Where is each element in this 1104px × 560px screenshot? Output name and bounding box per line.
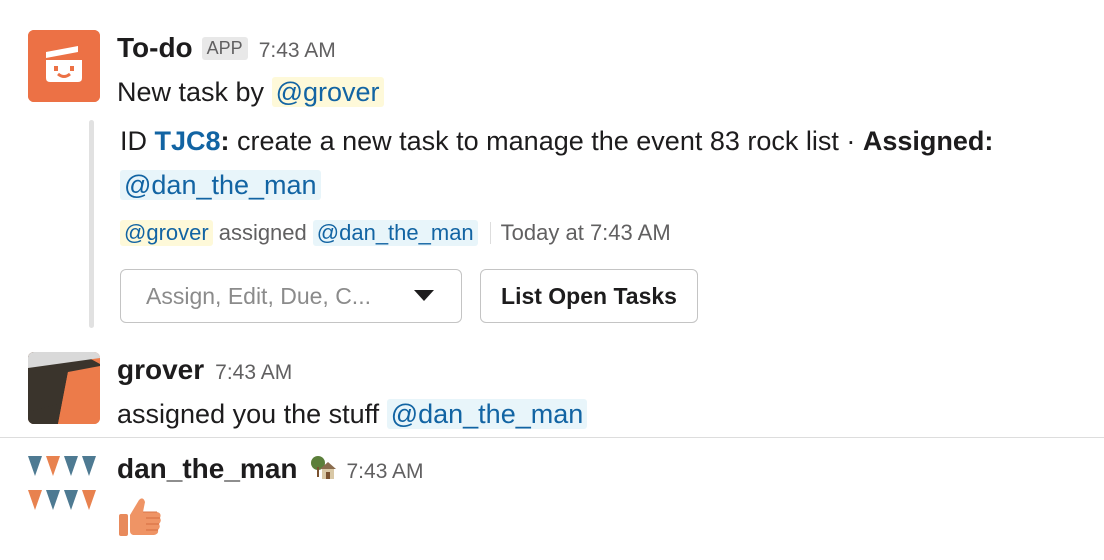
- user-mention[interactable]: @grover: [271, 77, 384, 107]
- thumbs-up-icon: [117, 494, 163, 540]
- message-text: assigned you the stuff @dan_the_man: [117, 394, 1104, 434]
- message-text-body: assigned you the stuff: [117, 399, 380, 429]
- context-verb: assigned: [218, 220, 307, 245]
- assignee-mention[interactable]: @dan_the_man: [120, 170, 321, 200]
- message-timestamp[interactable]: 7:43 AM: [259, 39, 336, 63]
- dan-the-man-avatar[interactable]: [28, 452, 100, 524]
- message-timestamp[interactable]: 7:43 AM: [347, 460, 424, 484]
- id-label: ID: [120, 126, 147, 156]
- assigned-label: Assigned:: [862, 126, 994, 156]
- todo-logo-icon: [28, 30, 100, 102]
- new-messages-divider: [0, 437, 1104, 438]
- context-target-mention[interactable]: @dan_the_man: [312, 220, 478, 246]
- message-emoji: [117, 494, 1104, 544]
- assignee-line: @dan_the_man: [120, 170, 321, 201]
- message-dan-the-man: dan_the_man 7:43 AM: [28, 452, 1104, 552]
- message-grover: grover 7:43 AM assigned you the stuff @d…: [28, 352, 1104, 429]
- list-open-tasks-button[interactable]: List Open Tasks: [480, 269, 698, 323]
- sender-name[interactable]: grover: [117, 354, 204, 386]
- dropdown-arrow-icon: [414, 290, 434, 301]
- context-actor-mention[interactable]: @grover: [120, 220, 213, 246]
- context-separator: [489, 222, 491, 244]
- attachment-border: [89, 120, 94, 328]
- task-id-colon: :: [220, 126, 230, 156]
- sender-name[interactable]: dan_the_man: [117, 453, 298, 485]
- attachment-context: @grover assigned @dan_the_man Today at 7…: [120, 220, 671, 246]
- sender-name[interactable]: To-do: [117, 32, 193, 64]
- house-with-tree-icon[interactable]: [310, 455, 336, 486]
- task-action-select[interactable]: Assign, Edit, Due, C...: [120, 269, 462, 323]
- context-timestamp[interactable]: Today at 7:43 AM: [501, 220, 671, 246]
- user-mention[interactable]: @dan_the_man: [386, 399, 588, 429]
- bunting-avatar-image: [28, 452, 100, 524]
- todo-app-avatar[interactable]: [28, 30, 100, 102]
- grover-avatar-image: [28, 352, 100, 424]
- task-description: create a new task to manage the event 83…: [229, 126, 863, 156]
- task-id-link[interactable]: TJC8: [155, 126, 221, 156]
- message-text-prefix: New task by: [117, 77, 265, 107]
- task-attachment: ID TJC8: create a new task to manage the…: [89, 120, 1079, 328]
- app-badge: APP: [201, 37, 248, 60]
- task-description-line: ID TJC8: create a new task to manage the…: [120, 126, 993, 157]
- select-placeholder: Assign, Edit, Due, C...: [146, 282, 371, 309]
- message-text: New task by @grover: [117, 72, 1104, 112]
- message-timestamp[interactable]: 7:43 AM: [215, 361, 292, 385]
- grover-avatar[interactable]: [28, 352, 100, 424]
